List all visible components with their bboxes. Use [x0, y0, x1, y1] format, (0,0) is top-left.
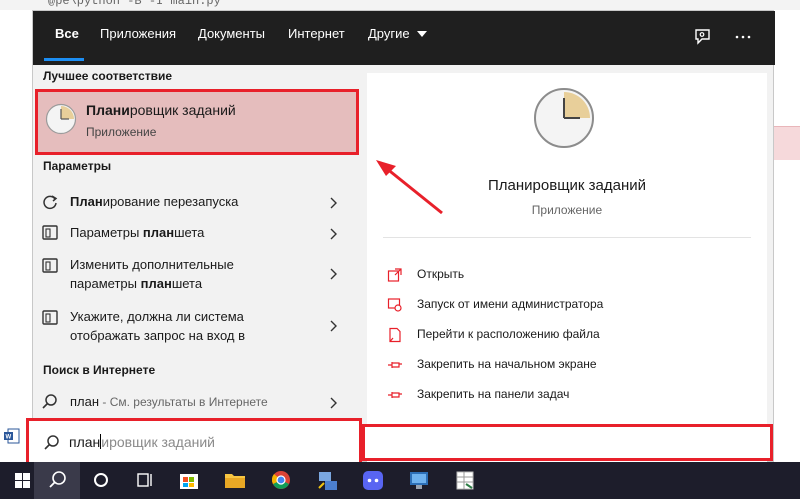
task-view-icon	[137, 473, 152, 487]
search-annotation-strip	[362, 424, 773, 461]
tablet-settings-icon	[42, 310, 58, 325]
more-options-icon[interactable]	[733, 27, 753, 47]
spreadsheet-icon	[456, 471, 474, 490]
divider	[383, 237, 751, 238]
results-pane: Лучшее соответствие Планировщик заданий …	[33, 65, 359, 463]
tab-bar: Все Приложения Документы Интернет Другие	[33, 11, 775, 65]
feedback-icon[interactable]	[693, 27, 713, 47]
discord-icon	[363, 471, 383, 490]
task-view-button[interactable]	[122, 462, 168, 499]
pin-icon	[388, 362, 402, 368]
file-explorer-button[interactable]	[212, 462, 258, 499]
svg-text:W: W	[6, 435, 12, 441]
chevron-right-icon	[330, 397, 337, 409]
action-run-as-admin[interactable]: Запуск от имени администратора	[387, 295, 757, 315]
settings-item-label: Параметры планшета	[70, 225, 205, 240]
search-input[interactable]: планировщик заданий	[69, 434, 215, 450]
background-terminal: @pe\python -B -I main.py	[0, 0, 800, 10]
chevron-right-icon	[330, 228, 337, 240]
action-label: Закрепить на начальном экране	[417, 357, 597, 371]
tab-all[interactable]: Все	[55, 11, 79, 65]
settings-item-label-line1: Укажите, должна ли система	[70, 309, 244, 324]
tab-web[interactable]: Интернет	[288, 11, 345, 65]
remote-desktop-button[interactable]	[396, 462, 442, 499]
chrome-icon	[271, 471, 290, 489]
network-icon	[318, 472, 337, 490]
best-match-item[interactable]: Планировщик заданий Приложение	[35, 89, 359, 155]
word-document-icon[interactable]: W	[4, 428, 20, 444]
action-pin-taskbar[interactable]: Закрепить на панели задач	[387, 385, 757, 405]
action-open[interactable]: Открыть	[387, 265, 757, 285]
tab-more-label: Другие	[368, 26, 410, 41]
remote-desktop-icon	[410, 472, 428, 489]
settings-header: Параметры	[43, 159, 112, 173]
action-label: Открыть	[417, 267, 465, 281]
background-code-line: @pe\python -B -I main.py	[48, 0, 221, 8]
action-label: Перейти к расположению файла	[417, 327, 600, 341]
action-pin-start[interactable]: Закрепить на начальном экране	[387, 355, 757, 375]
web-search-label: план - См. результаты в Интернете	[70, 394, 268, 409]
tablet-settings-icon	[42, 258, 58, 273]
chevron-right-icon	[330, 320, 337, 332]
tab-more[interactable]: Другие	[368, 11, 428, 65]
tab-apps[interactable]: Приложения	[100, 11, 176, 65]
taskbar	[0, 462, 800, 499]
open-icon	[387, 268, 402, 282]
best-match-title: Планировщик заданий	[86, 102, 236, 118]
settings-item-advanced-tablet[interactable]: Изменить дополнительные параметры планше…	[33, 251, 359, 297]
run-as-admin-icon	[387, 298, 402, 312]
settings-item-login-prompt[interactable]: Укажите, должна ли система отображать за…	[33, 303, 359, 349]
app-preview-title: Планировщик заданий	[488, 177, 646, 194]
settings-item-restart-planning[interactable]: Планирование перезапуска	[33, 187, 359, 217]
app-preview-pane: Планировщик заданий Приложение Открыть З…	[367, 73, 767, 463]
cortana-button[interactable]	[78, 462, 124, 499]
search-icon	[49, 471, 66, 488]
settings-item-tablet-params[interactable]: Параметры планшета	[33, 218, 359, 248]
action-open-file-location[interactable]: Перейти к расположению файла	[387, 325, 757, 345]
network-button[interactable]	[304, 462, 350, 499]
settings-item-label: Планирование перезапуска	[70, 194, 239, 209]
clock-icon	[45, 103, 77, 135]
chevron-right-icon	[330, 268, 337, 280]
spreadsheet-button[interactable]	[442, 462, 488, 499]
background-selection-band	[773, 126, 800, 160]
web-search-item[interactable]: план - См. результаты в Интернете	[33, 387, 359, 417]
pin-icon	[388, 392, 402, 398]
store-icon	[180, 474, 198, 489]
cortana-icon	[94, 473, 108, 487]
file-location-icon	[389, 327, 401, 343]
discord-button[interactable]	[350, 462, 396, 499]
taskbar-search-button[interactable]	[34, 462, 80, 499]
active-tab-indicator	[44, 58, 84, 61]
search-icon	[44, 435, 59, 450]
chevron-down-icon	[417, 31, 428, 37]
settings-item-label-line2: параметры планшета	[70, 276, 203, 291]
store-button[interactable]	[166, 462, 212, 499]
tab-documents[interactable]: Документы	[198, 11, 265, 65]
taskbar-search-box[interactable]: планировщик заданий	[26, 418, 362, 466]
file-explorer-icon	[225, 474, 245, 488]
chrome-button[interactable]	[258, 462, 304, 499]
best-match-subtitle: Приложение	[86, 125, 157, 139]
app-preview-subtitle: Приложение	[531, 203, 603, 217]
web-search-header: Поиск в Интернете	[43, 363, 156, 377]
settings-item-label-line2: отображать запрос на вход в	[70, 328, 245, 343]
action-label: Закрепить на панели задач	[417, 387, 570, 401]
search-icon	[42, 394, 57, 409]
restart-icon	[43, 195, 58, 210]
chevron-right-icon	[330, 197, 337, 209]
start-search-menu: Все Приложения Документы Интернет Другие…	[32, 10, 775, 463]
action-label: Запуск от имени администратора	[417, 297, 604, 311]
tablet-settings-icon	[42, 225, 58, 240]
clock-icon	[534, 88, 594, 148]
settings-item-label-line1: Изменить дополнительные	[70, 257, 234, 272]
best-match-header: Лучшее соответствие	[43, 69, 173, 83]
